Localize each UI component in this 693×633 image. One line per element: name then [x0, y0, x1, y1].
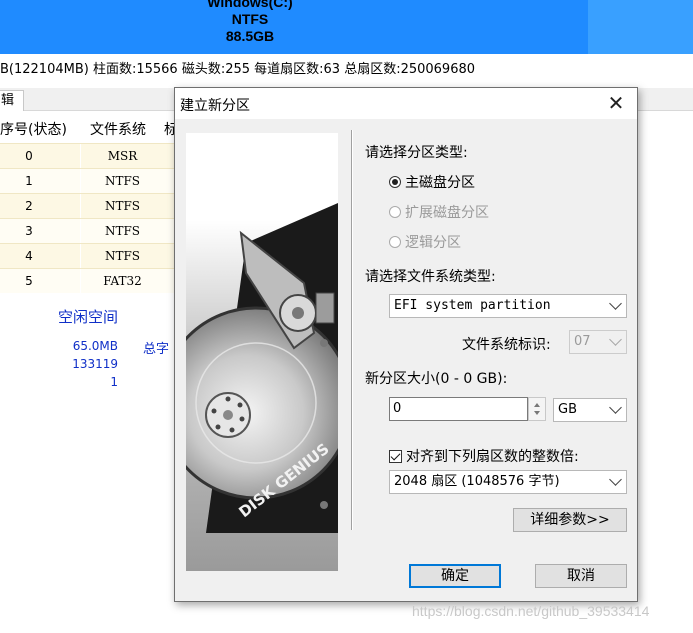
chevron-down-icon[interactable] [609, 473, 622, 486]
table-row[interactable]: 2 NTFS [0, 193, 180, 218]
cell-fs: MSR [80, 144, 164, 168]
cancel-button[interactable]: 取消 [535, 564, 627, 588]
dialog-title: 建立新分区 [180, 98, 250, 114]
cell-fs: FAT32 [80, 269, 164, 293]
new-partition-dialog: 建立新分区 ✕ DISK GENIUS 请选择分区类型: 主磁盘分区 扩展磁盘分… [174, 87, 638, 602]
chevron-down-icon[interactable] [609, 333, 622, 346]
cell-index: 1 [25, 174, 33, 188]
align-sectors-checkbox[interactable]: 对齐到下列扇区数的整数倍: [389, 446, 579, 466]
chevron-down-icon[interactable] [609, 297, 622, 310]
column-header-fs[interactable]: 文件系统 [80, 117, 164, 143]
partition-name: Windows(C:) [207, 0, 293, 10]
partition-size: 88.5GB [225, 28, 275, 44]
free-space-details: 65.0MB 133119 1 [56, 337, 118, 391]
fs-type-dropdown[interactable]: EFI system partition [389, 294, 627, 318]
details-button[interactable]: 详细参数>> [513, 508, 627, 532]
partition-c-label: Windows(C:) NTFS 88.5GB [150, 0, 350, 45]
tab-edit[interactable]: 辑 [0, 90, 24, 111]
chevron-down-icon[interactable] [609, 401, 622, 414]
partition-type-label: 请选择分区类型: [365, 145, 468, 161]
cell-index: 2 [25, 199, 33, 213]
table-header: 序号(状态) 文件系统 标 [0, 117, 180, 143]
free-space-size: 65.0MB [72, 339, 118, 353]
spin-up-icon[interactable] [534, 403, 540, 407]
disk-partition-segment-right[interactable] [588, 0, 693, 54]
ok-button[interactable]: 确定 [409, 564, 501, 588]
fs-id-value: 07 [574, 334, 591, 349]
radio-unselected-icon[interactable] [389, 206, 401, 218]
fs-id-label: 文件系统标识: [462, 337, 551, 353]
cell-fs: NTFS [80, 244, 164, 268]
cell-index: 5 [25, 274, 33, 288]
align-sectors-label: 对齐到下列扇区数的整数倍: [406, 449, 579, 465]
size-spinner[interactable] [528, 397, 546, 421]
radio-logical-label: 逻辑分区 [405, 235, 461, 251]
disk-partition-bar[interactable]: Windows(C:) NTFS 88.5GB [0, 0, 693, 54]
size-unit-dropdown[interactable]: GB [553, 398, 627, 422]
column-header-index[interactable]: 序号(状态) [0, 117, 80, 143]
disk-info-line: B(122104MB) 柱面数:15566 磁头数:255 每道扇区数:63 总… [0, 62, 476, 77]
cell-index: 0 [25, 149, 33, 163]
vertical-separator [351, 130, 353, 530]
cell-index: 3 [25, 224, 33, 238]
partition-size-input[interactable]: 0 [389, 397, 528, 421]
disk-genius-illustration: DISK GENIUS [186, 133, 338, 571]
cell-fs: NTFS [80, 194, 164, 218]
radio-unselected-icon[interactable] [389, 236, 401, 248]
table-row[interactable]: 0 MSR [0, 143, 180, 168]
fs-type-label: 请选择文件系统类型: [365, 269, 496, 285]
radio-selected-icon[interactable] [389, 176, 401, 188]
size-unit-value: GB [558, 402, 577, 417]
align-sectors-value: 2048 扇区 (1048576 字节) [394, 474, 560, 489]
cell-index: 4 [25, 249, 33, 263]
align-sectors-dropdown[interactable]: 2048 扇区 (1048576 字节) [389, 470, 627, 494]
cell-fs: NTFS [80, 219, 164, 243]
free-space-third: 1 [110, 375, 118, 389]
radio-extended-label: 扩展磁盘分区 [405, 205, 489, 221]
table-row[interactable]: 5 FAT32 [0, 268, 180, 293]
radio-logical-partition[interactable]: 逻辑分区 [389, 232, 461, 252]
watermark: https://blog.csdn.net/github_39533414 [412, 603, 650, 619]
cell-fs: NTFS [80, 169, 164, 193]
checkbox-checked-icon[interactable] [389, 449, 402, 463]
dialog-titlebar[interactable]: 建立新分区 ✕ [175, 88, 637, 119]
partition-size-value: 0 [393, 401, 402, 416]
table-row[interactable]: 4 NTFS [0, 243, 180, 268]
fs-type-value: EFI system partition [394, 298, 551, 313]
partition-table: 序号(状态) 文件系统 标 0 MSR 1 NTFS 2 NTFS 3 NTFS… [0, 117, 180, 293]
radio-primary-partition[interactable]: 主磁盘分区 [389, 172, 475, 192]
table-row[interactable]: 1 NTFS [0, 168, 180, 193]
free-space-side-label: 总字 [143, 342, 170, 357]
table-row[interactable]: 3 NTFS [0, 218, 180, 243]
spin-down-icon[interactable] [534, 411, 540, 415]
fs-id-dropdown[interactable]: 07 [569, 330, 627, 354]
close-icon[interactable]: ✕ [605, 92, 627, 114]
partition-size-label: 新分区大小(0 - 0 GB): [365, 371, 508, 387]
radio-extended-partition[interactable]: 扩展磁盘分区 [389, 202, 489, 222]
radio-primary-label: 主磁盘分区 [405, 175, 475, 191]
free-space-label[interactable]: 空闲空间 [58, 306, 118, 327]
free-space-sectors: 133119 [72, 357, 118, 371]
partition-fs: NTFS [231, 11, 269, 27]
